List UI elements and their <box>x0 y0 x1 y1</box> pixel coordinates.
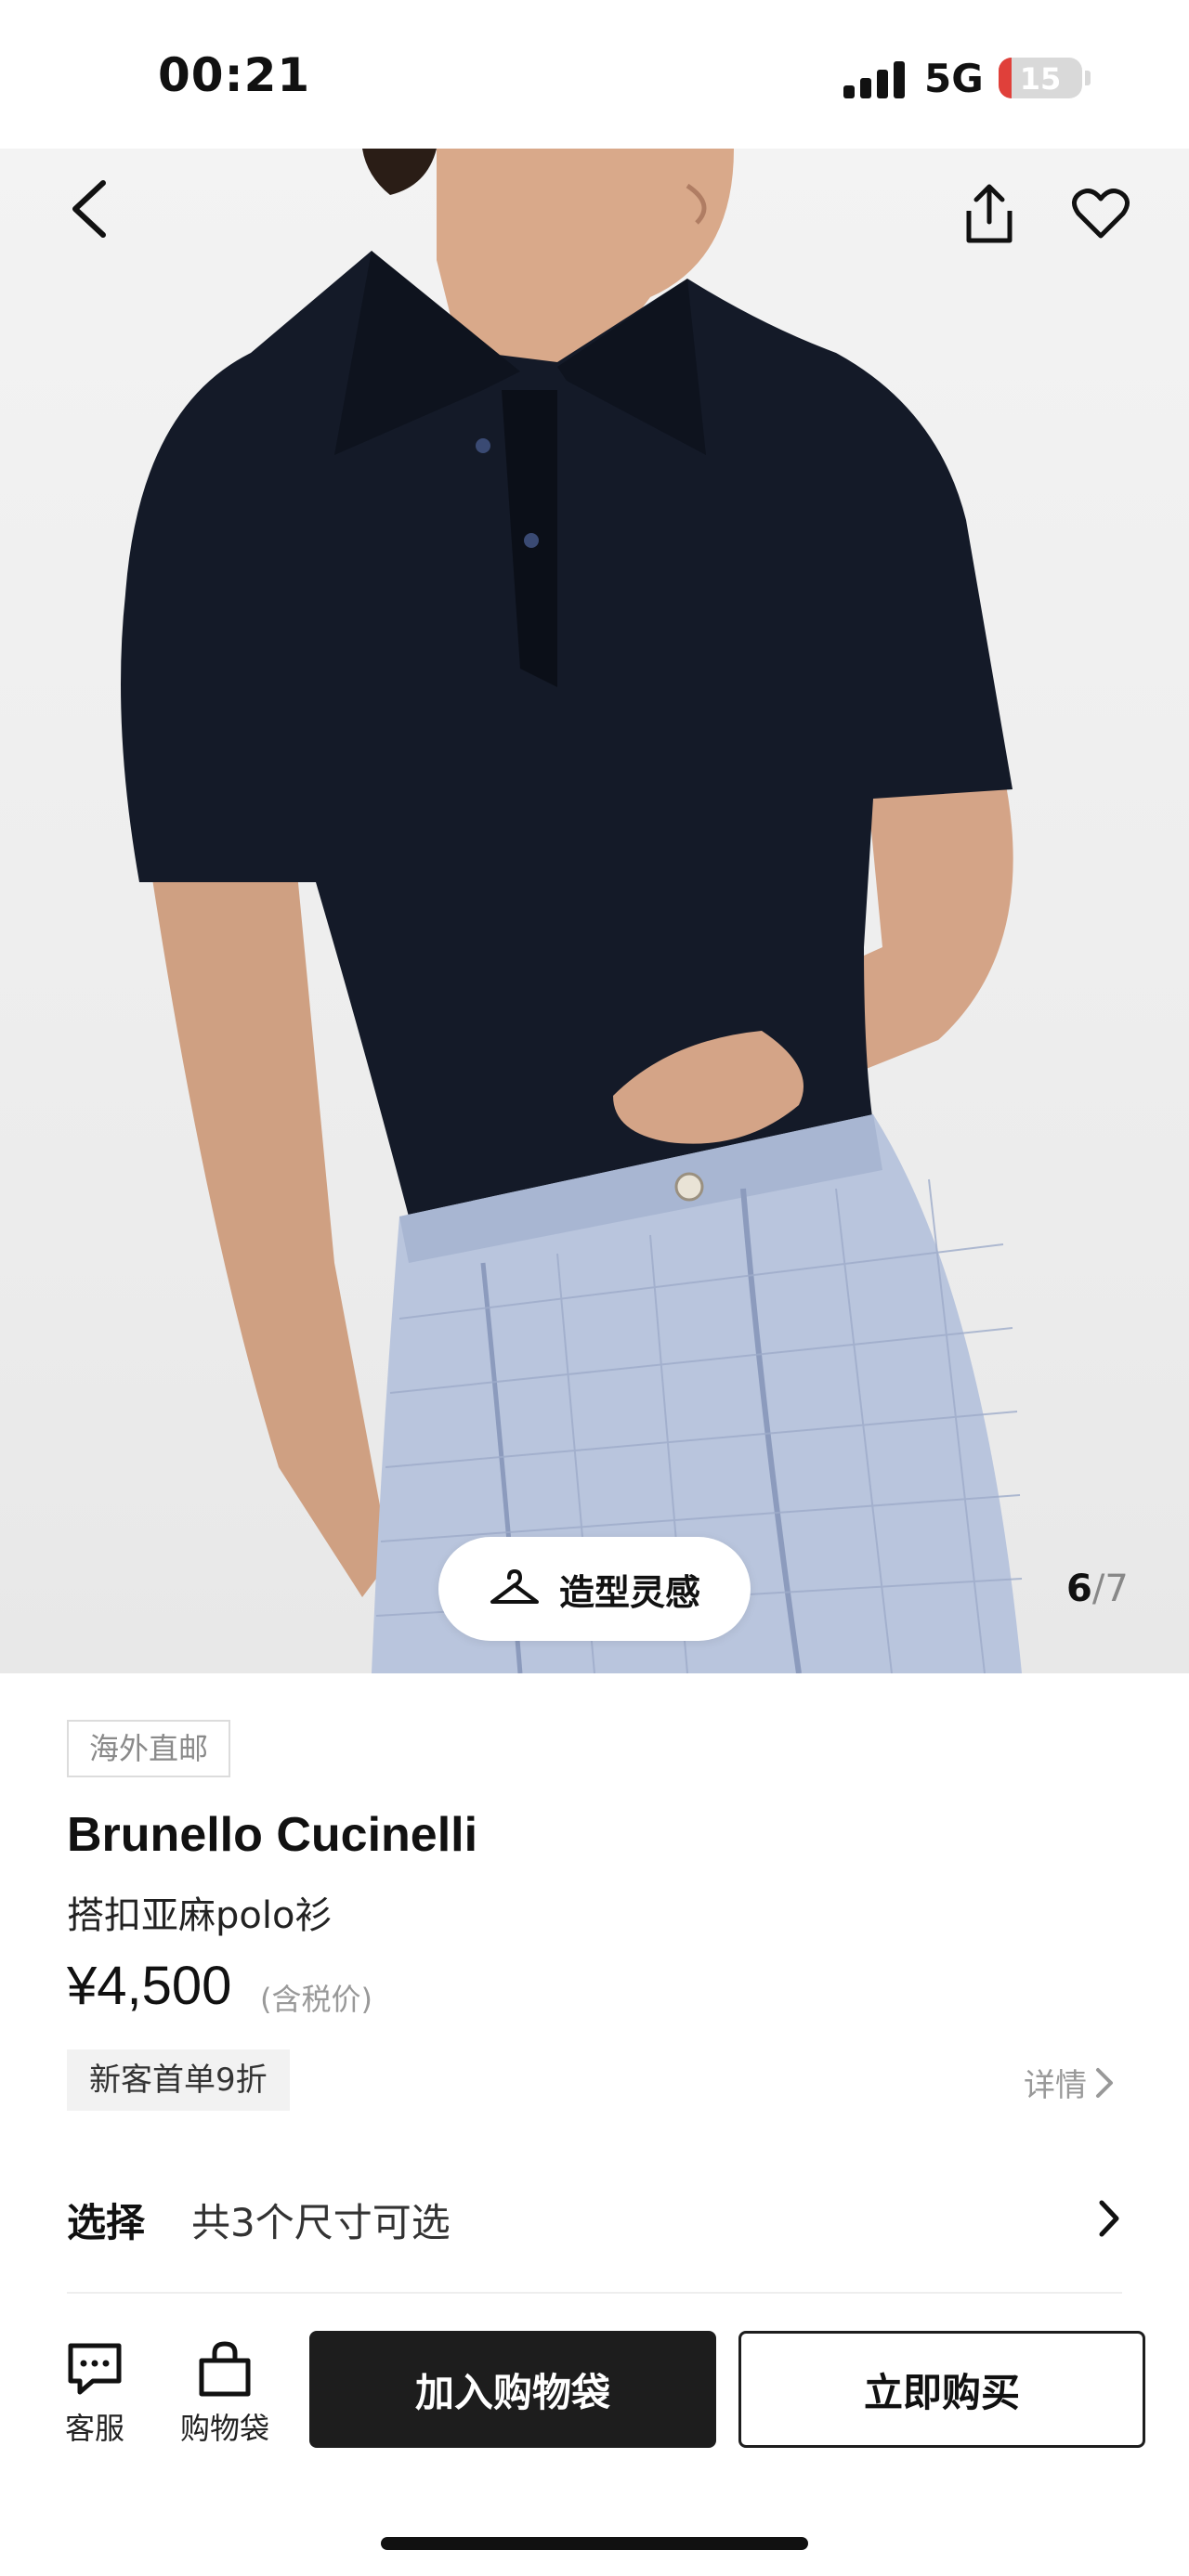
status-time: 00:21 <box>158 48 311 102</box>
image-index: 6 <box>1066 1568 1092 1610</box>
brand-name[interactable]: Brunello Cucinelli <box>67 1807 477 1863</box>
chevron-right-icon <box>1099 2200 1119 2237</box>
chevron-right-icon <box>1096 2067 1113 2098</box>
shopping-bag-button[interactable]: 购物袋 <box>169 2336 281 2448</box>
heart-icon <box>1072 189 1130 239</box>
hanger-icon <box>490 1569 539 1604</box>
home-indicator[interactable] <box>381 2537 808 2550</box>
product-price: ¥4,500 <box>67 1956 232 2016</box>
battery-icon: 15 <box>999 58 1082 98</box>
favorite-button[interactable] <box>1064 176 1138 251</box>
buy-now-button[interactable]: 立即购买 <box>738 2331 1145 2448</box>
share-button[interactable] <box>952 176 1026 251</box>
style-inspiration-button[interactable]: 造型灵感 <box>438 1537 751 1641</box>
bag-label: 购物袋 <box>179 2411 269 2446</box>
customer-service-button[interactable]: 客服 <box>39 2336 150 2448</box>
details-label: 详情 <box>1024 2067 1087 2104</box>
image-counter: 6/7 <box>1066 1568 1129 1610</box>
shipping-tag: 海外直邮 <box>67 1720 231 1777</box>
product-name: 搭扣亚麻polo衫 <box>67 1894 333 1937</box>
product-image-carousel[interactable]: 造型灵感 6/7 <box>0 149 1189 1673</box>
back-button[interactable] <box>51 172 125 246</box>
image-total: 7 <box>1104 1568 1129 1610</box>
price-note: (含税价) <box>260 1982 372 2017</box>
chat-icon <box>68 2343 122 2395</box>
battery-level: 15 <box>1019 61 1062 97</box>
battery-tip <box>1085 71 1091 85</box>
image-separator: / <box>1091 1568 1105 1610</box>
size-select-row[interactable]: 选择 共3个尺寸可选 <box>67 2175 1122 2264</box>
add-to-bag-button[interactable]: 加入购物袋 <box>309 2331 716 2448</box>
promo-badge[interactable]: 新客首单9折 <box>67 2049 290 2111</box>
divider <box>67 2292 1122 2294</box>
style-inspiration-label: 造型灵感 <box>558 1571 700 1613</box>
promo-details-link[interactable]: 详情 <box>1024 2060 1115 2105</box>
service-label: 客服 <box>64 2411 124 2446</box>
shopping-bag-icon <box>199 2341 251 2397</box>
status-bar: 00:21 5G 15 <box>0 0 1189 149</box>
select-value: 共3个尺寸可选 <box>191 2199 451 2245</box>
product-photo <box>121 149 1023 1673</box>
signal-icon <box>843 61 905 98</box>
network-type: 5G <box>924 56 984 101</box>
select-label: 选择 <box>67 2199 146 2245</box>
back-arrow-icon <box>72 180 106 238</box>
share-icon <box>966 184 1013 243</box>
